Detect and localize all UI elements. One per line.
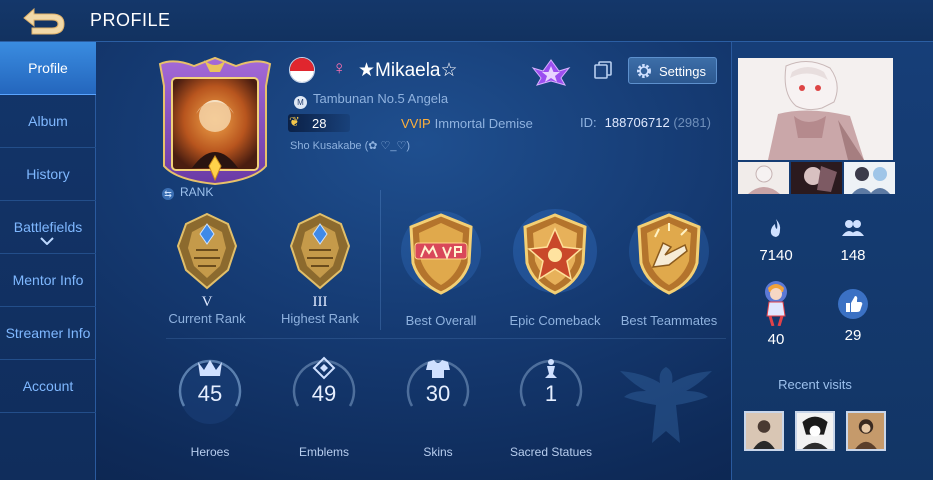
- medal-label: Epic Comeback: [509, 313, 601, 328]
- teammates-medal-icon: [629, 211, 709, 295]
- sidebar-item-battlefields[interactable]: Battlefields: [0, 201, 96, 254]
- copy-icon[interactable]: [593, 60, 613, 80]
- showcase-image[interactable]: [738, 58, 893, 160]
- gear-icon: [637, 64, 651, 78]
- medal-epic-comeback[interactable]: Epic Comeback: [496, 207, 614, 328]
- comeback-medal-icon: [513, 209, 597, 295]
- top-bar: PROFILE: [0, 0, 933, 42]
- current-rank-label: Current Rank: [168, 311, 246, 326]
- page-title: PROFILE: [90, 10, 171, 30]
- settings-button[interactable]: Settings: [628, 57, 717, 84]
- rank-emblem-icon: [176, 212, 238, 290]
- divider: [380, 190, 381, 330]
- sidebar-item-label: Battlefields: [13, 219, 83, 235]
- sidebar-item-album[interactable]: Album: [0, 95, 96, 148]
- stat-label: Sacred Statues: [509, 445, 593, 459]
- visitor-avatar[interactable]: [795, 411, 835, 451]
- flame-icon: [770, 219, 781, 237]
- mvp-medal-icon: [401, 211, 481, 295]
- level-badge: ❦ 28: [288, 114, 350, 132]
- squad-name: Sho Kusakabe (✿ ♡_♡): [290, 140, 411, 152]
- medal-best-teammates[interactable]: Best Teammates: [610, 207, 728, 328]
- vip-label: VVIP: [401, 116, 431, 131]
- visitor-avatar[interactable]: [846, 411, 886, 451]
- player-id: ID: 188706712 (2981): [580, 115, 711, 130]
- sidebar-item-history[interactable]: History: [0, 148, 96, 201]
- country-flag-icon: [289, 57, 315, 83]
- level-value: 28: [312, 116, 327, 131]
- vip-title: VVIP Immortal Demise: [401, 116, 533, 131]
- vip-title-text: Immortal Demise: [434, 116, 533, 131]
- likes-value: 29: [844, 327, 862, 344]
- highest-rank-label: Highest Rank: [280, 311, 360, 326]
- highest-rank-tier: III: [312, 294, 328, 310]
- album-thumbnail[interactable]: [844, 162, 895, 194]
- sidebar: Profile Album History Battlefields Mento…: [0, 42, 96, 480]
- medal-label: Best Overall: [405, 313, 477, 328]
- visitor-avatar[interactable]: [744, 411, 784, 451]
- friends-stat[interactable]: 148: [823, 218, 883, 264]
- current-rank-tier: V: [201, 294, 213, 310]
- wings-icon: ❦: [289, 114, 300, 129]
- guild-label: Tambunan No.5 Angela: [313, 91, 449, 106]
- stat-value: 1: [544, 381, 558, 406]
- sidebar-item-streamer-info[interactable]: Streamer Info: [0, 307, 96, 360]
- right-panel: 7140 148 40 29 Recent visits: [731, 42, 933, 480]
- stat-label: Heroes: [190, 445, 230, 459]
- back-arrow-icon[interactable]: [18, 5, 70, 37]
- guild-badge-icon: M: [294, 96, 307, 109]
- star-badge-icon[interactable]: [531, 58, 571, 86]
- album-thumbnail[interactable]: [791, 162, 842, 194]
- avatar[interactable]: [154, 56, 276, 188]
- stat-skins[interactable]: 30 Skins: [393, 356, 483, 459]
- highest-rank-card[interactable]: III Highest Rank: [265, 210, 375, 326]
- rank-tag-label: RANK: [180, 185, 214, 199]
- friends-icon: [842, 220, 864, 236]
- stat-label: Emblems: [298, 445, 349, 459]
- stat-value: 30: [425, 381, 451, 406]
- gender-female-icon: ♀: [332, 58, 347, 79]
- stat-sacred-statues[interactable]: 1 Sacred Statues: [506, 356, 596, 459]
- recent-visits-label: Recent visits: [778, 377, 852, 392]
- popularity-stat[interactable]: 7140: [746, 218, 806, 264]
- mentor-character-icon: [765, 281, 787, 327]
- sidebar-item-mentor-info[interactable]: Mentor Info: [0, 254, 96, 307]
- medal-label: Best Teammates: [620, 313, 718, 328]
- current-rank-card[interactable]: V Current Rank: [152, 210, 262, 326]
- guild-name: M Tambunan No.5 Angela: [294, 91, 448, 109]
- id-zone: (2981): [673, 115, 711, 130]
- mentor-value: 40: [767, 331, 785, 348]
- stat-value: 49: [311, 381, 337, 406]
- medal-best-overall[interactable]: Best Overall: [382, 207, 500, 328]
- album-thumbnail[interactable]: [738, 162, 789, 194]
- friends-value: 148: [840, 247, 866, 264]
- rank-tag[interactable]: ⇆ RANK: [162, 185, 213, 200]
- stat-heroes[interactable]: 45 Heroes: [165, 356, 255, 459]
- phoenix-emblem-icon: [620, 367, 712, 443]
- swap-icon: ⇆: [162, 188, 174, 200]
- id-value: 188706712: [604, 115, 670, 130]
- settings-label: Settings: [659, 64, 706, 79]
- chevron-down-icon: [40, 237, 54, 245]
- likes-stat[interactable]: 29: [823, 288, 883, 344]
- divider: [166, 338, 726, 339]
- thumbs-up-icon: [838, 289, 868, 319]
- id-label: ID:: [580, 115, 597, 130]
- profile-main: ⇆ RANK ♀ ★Mikaela☆ M Tambunan No.5 Angela …: [96, 42, 731, 480]
- stat-emblems[interactable]: 49 Emblems: [279, 356, 369, 459]
- popularity-value: 7140: [759, 247, 793, 264]
- rank-emblem-icon: [289, 212, 351, 290]
- mentor-stat[interactable]: 40: [746, 280, 806, 348]
- stat-value: 45: [197, 381, 223, 406]
- username: ★Mikaela☆: [358, 60, 458, 81]
- sidebar-item-profile[interactable]: Profile: [0, 42, 96, 95]
- stat-label: Skins: [423, 445, 453, 459]
- sidebar-item-account[interactable]: Account: [0, 360, 96, 413]
